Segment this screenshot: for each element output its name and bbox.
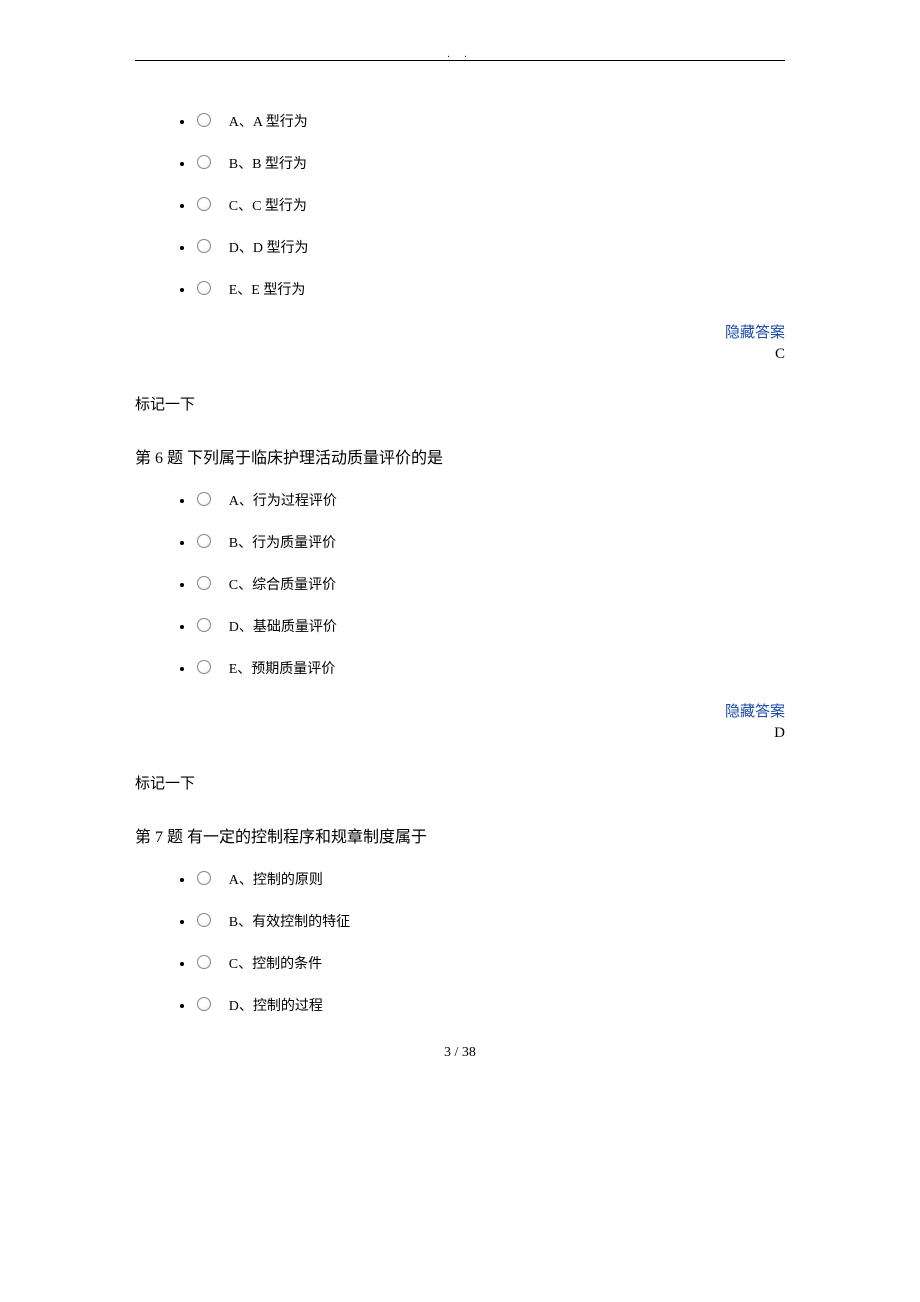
option-text: C、C 型行为: [229, 199, 307, 214]
option-item: B、有效控制的特征: [195, 911, 785, 931]
option-text: E、预期质量评价: [229, 662, 336, 677]
radio-icon[interactable]: [197, 113, 211, 127]
radio-icon[interactable]: [197, 955, 211, 969]
radio-icon[interactable]: [197, 997, 211, 1011]
radio-icon[interactable]: [197, 576, 211, 590]
radio-icon[interactable]: [197, 871, 211, 885]
option-text: D、D 型行为: [229, 241, 309, 256]
question-7-options: A、控制的原则 B、有效控制的特征 C、控制的条件 D、控制的过程: [135, 869, 785, 1015]
hide-answer-link[interactable]: 隐藏答案: [135, 321, 785, 342]
radio-icon[interactable]: [197, 492, 211, 506]
option-text: A、A 型行为: [229, 115, 308, 130]
option-item: D、控制的过程: [195, 995, 785, 1015]
question-7-title: 第 7 题 有一定的控制程序和规章制度属于: [135, 823, 785, 847]
option-text: E、E 型行为: [229, 283, 306, 298]
radio-icon[interactable]: [197, 618, 211, 632]
radio-icon[interactable]: [197, 534, 211, 548]
option-item: E、预期质量评价: [195, 658, 785, 678]
mark-label[interactable]: 标记一下: [135, 772, 785, 793]
option-text: C、综合质量评价: [229, 578, 336, 593]
radio-icon[interactable]: [197, 239, 211, 253]
option-text: D、基础质量评价: [229, 620, 337, 635]
option-item: A、A 型行为: [195, 111, 785, 131]
option-text: B、行为质量评价: [229, 536, 336, 551]
option-text: C、控制的条件: [229, 957, 322, 972]
answer-block: 隐藏答案 D: [135, 700, 785, 742]
option-text: B、B 型行为: [229, 157, 307, 172]
hide-answer-link[interactable]: 隐藏答案: [135, 700, 785, 721]
option-item: B、B 型行为: [195, 153, 785, 173]
question-6-title: 第 6 题 下列属于临床护理活动质量评价的是: [135, 444, 785, 468]
mark-label[interactable]: 标记一下: [135, 393, 785, 414]
option-text: D、控制的过程: [229, 999, 323, 1014]
option-item: D、基础质量评价: [195, 616, 785, 636]
option-item: A、控制的原则: [195, 869, 785, 889]
option-text: A、行为过程评价: [229, 494, 337, 509]
question-5-options: A、A 型行为 B、B 型行为 C、C 型行为 D、D 型行为 E、E 型行为: [135, 111, 785, 299]
answer-value: C: [135, 346, 785, 363]
option-text: A、控制的原则: [229, 873, 323, 888]
radio-icon[interactable]: [197, 913, 211, 927]
option-item: C、控制的条件: [195, 953, 785, 973]
radio-icon[interactable]: [197, 660, 211, 674]
page-top-rule: [135, 60, 785, 61]
question-6-options: A、行为过程评价 B、行为质量评价 C、综合质量评价 D、基础质量评价 E、预期…: [135, 490, 785, 678]
option-item: B、行为质量评价: [195, 532, 785, 552]
page-number: 3 / 38: [135, 1045, 785, 1061]
answer-value: D: [135, 725, 785, 742]
option-item: E、E 型行为: [195, 279, 785, 299]
option-item: D、D 型行为: [195, 237, 785, 257]
radio-icon[interactable]: [197, 197, 211, 211]
radio-icon[interactable]: [197, 155, 211, 169]
option-item: C、综合质量评价: [195, 574, 785, 594]
option-item: A、行为过程评价: [195, 490, 785, 510]
option-item: C、C 型行为: [195, 195, 785, 215]
option-text: B、有效控制的特征: [229, 915, 350, 930]
radio-icon[interactable]: [197, 281, 211, 295]
answer-block: 隐藏答案 C: [135, 321, 785, 363]
